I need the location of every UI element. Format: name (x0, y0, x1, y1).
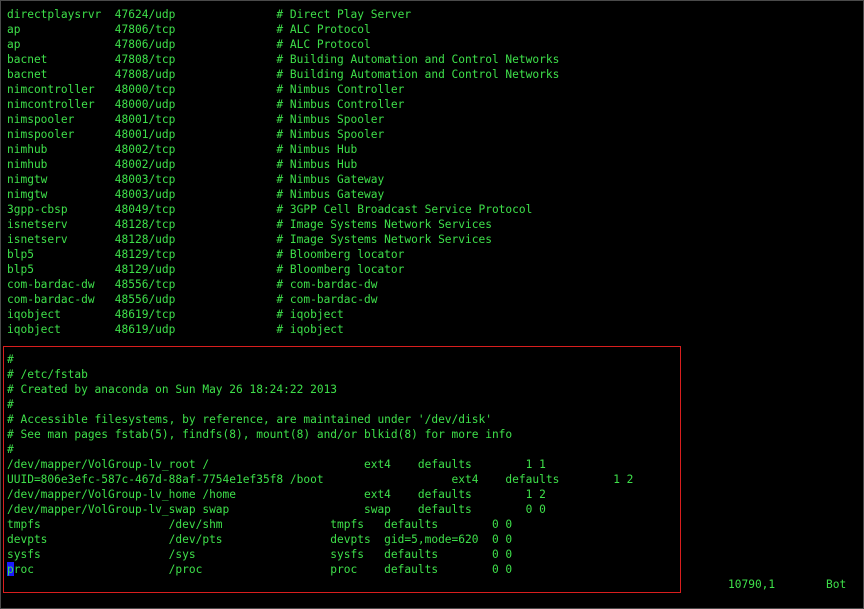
services-line: isnetserv 48128/tcp # Image Systems Netw… (7, 218, 492, 231)
services-line: 3gpp-cbsp 48049/tcp # 3GPP Cell Broadcas… (7, 203, 533, 216)
services-line: nimgtw 48003/tcp # Nimbus Gateway (7, 173, 385, 186)
services-line: isnetserv 48128/udp # Image Systems Netw… (7, 233, 492, 246)
services-line: com-bardac-dw 48556/udp # com-bardac-dw (7, 293, 378, 306)
services-line: nimspooler 48001/udp # Nimbus Spooler (7, 128, 385, 141)
fstab-highlight-box (3, 346, 681, 593)
services-line: ap 47806/tcp # ALC Protocol (7, 23, 371, 36)
services-line: bacnet 47808/tcp # Building Automation a… (7, 53, 560, 66)
services-line: nimgtw 48003/udp # Nimbus Gateway (7, 188, 385, 201)
services-line: bacnet 47808/udp # Building Automation a… (7, 68, 560, 81)
scroll-indicator: Bot (826, 578, 847, 591)
services-line: blp5 48129/tcp # Bloomberg locator (7, 248, 405, 261)
services-line: nimhub 48002/udp # Nimbus Hub (7, 158, 358, 171)
services-line: iqobject 48619/udp # iqobject (7, 323, 344, 336)
services-line: blp5 48129/udp # Bloomberg locator (7, 263, 405, 276)
terminal-window[interactable]: directplaysrvr 47624/udp # Direct Play S… (0, 0, 864, 609)
services-line: iqobject 48619/tcp # iqobject (7, 308, 344, 321)
services-line: nimcontroller 48000/tcp # Nimbus Control… (7, 83, 405, 96)
cursor-position: 10790,1 (728, 578, 776, 591)
services-line: nimcontroller 48000/udp # Nimbus Control… (7, 98, 405, 111)
services-line: directplaysrvr 47624/udp # Direct Play S… (7, 8, 412, 21)
services-line: nimspooler 48001/tcp # Nimbus Spooler (7, 113, 385, 126)
services-line: nimhub 48002/tcp # Nimbus Hub (7, 143, 358, 156)
services-line: com-bardac-dw 48556/tcp # com-bardac-dw (7, 278, 378, 291)
services-line: ap 47806/udp # ALC Protocol (7, 38, 371, 51)
